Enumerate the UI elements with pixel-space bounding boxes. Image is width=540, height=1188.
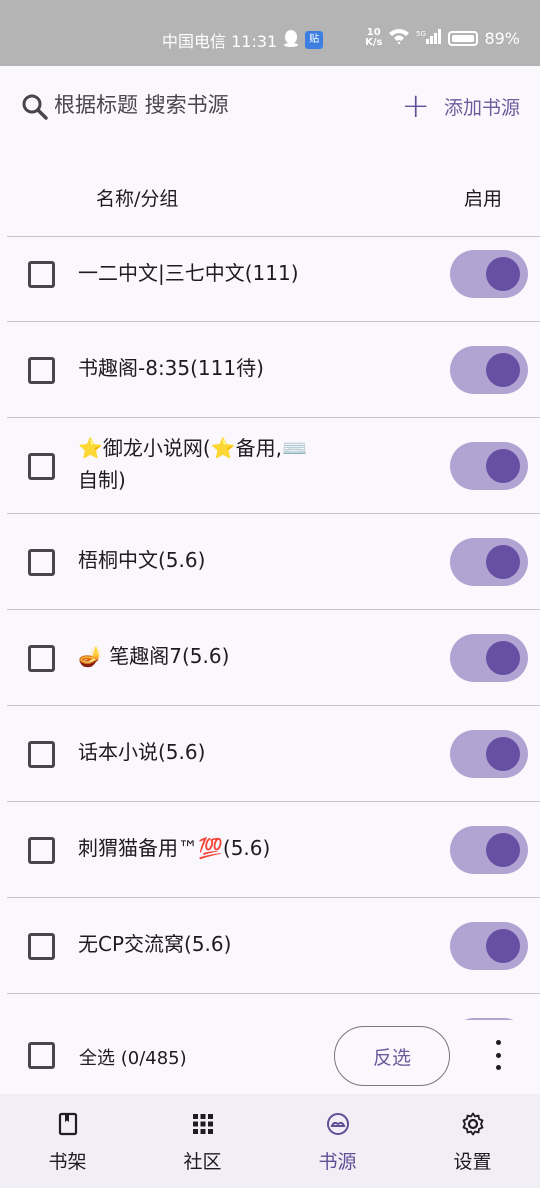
community-grid-icon — [191, 1112, 215, 1136]
source-checkbox[interactable] — [28, 741, 55, 768]
plus-icon: + — [401, 86, 430, 126]
toggle-knob — [486, 449, 520, 483]
net-speed-unit: K/s — [365, 37, 383, 48]
source-name: 无CP交流窝(5.6) — [78, 932, 232, 956]
enable-toggle[interactable] — [450, 538, 528, 586]
source-checkbox[interactable] — [28, 645, 55, 672]
source-checkbox[interactable] — [28, 933, 55, 960]
enable-toggle[interactable] — [450, 250, 528, 298]
status-bar: 中国电信 11:31 贴 10 K/s 5G 89% — [0, 0, 540, 66]
source-row-partial — [7, 993, 540, 1020]
source-name: 话本小说(5.6) — [78, 740, 206, 764]
more-vert-icon[interactable] — [488, 1040, 508, 1070]
source-name: 书趣阁-8:35(111待) — [78, 356, 264, 380]
toggle-knob — [486, 257, 520, 291]
selection-bar: 全选 (0/485) 反选 — [0, 1020, 540, 1094]
toggle-knob — [486, 353, 520, 387]
signal-icon: 5G — [416, 28, 442, 48]
source-name: 🪔 笔趣阁7(5.6) — [78, 644, 230, 668]
column-enabled: 启用 — [463, 188, 502, 210]
source-name: ⭐御龙小说网(⭐备用,⌨️自制) — [78, 436, 307, 492]
nav-label: 社区 — [183, 1151, 222, 1173]
net-speed: 10 K/s — [365, 28, 382, 48]
book-source-icon — [326, 1112, 350, 1136]
nav-label: 书源 — [318, 1151, 357, 1173]
qq-icon — [283, 29, 299, 51]
toggle-knob — [486, 833, 520, 867]
source-checkbox[interactable] — [28, 453, 55, 480]
source-row: 刺猬猫备用™💯(5.6) — [7, 801, 540, 897]
status-right: 10 K/s 5G 89% — [365, 28, 520, 48]
source-name: 一二中文|三七中文(111) — [78, 261, 299, 285]
source-row: 无CP交流窝(5.6) — [7, 897, 540, 993]
enable-toggle[interactable] — [450, 826, 528, 874]
nav-settings[interactable]: 设置 — [405, 1094, 540, 1188]
enable-toggle[interactable] — [450, 346, 528, 394]
carrier-time: 中国电信 11:31 — [162, 32, 278, 51]
source-row: 话本小说(5.6) — [7, 705, 540, 801]
nav-book-source[interactable]: 书源 — [270, 1094, 405, 1188]
enable-toggle[interactable] — [450, 442, 528, 490]
wifi-icon — [388, 28, 410, 48]
source-row: 一二中文|三七中文(111) — [7, 236, 540, 321]
toggle-knob — [486, 641, 520, 675]
nav-label: 书架 — [48, 1151, 87, 1173]
bottom-navigation: 书架 社区 书源 设置 — [0, 1094, 540, 1188]
column-header: 名称/分组 启用 — [0, 170, 540, 222]
enable-toggle[interactable] — [450, 922, 528, 970]
app-badge-icon: 贴 — [305, 31, 324, 49]
signal-label: 5G — [416, 30, 426, 38]
invert-selection-button[interactable]: 反选 — [334, 1026, 450, 1086]
source-checkbox[interactable] — [28, 549, 55, 576]
add-source-label: 添加书源 — [443, 96, 520, 119]
search-icon[interactable] — [21, 93, 49, 121]
bookshelf-icon — [56, 1112, 80, 1136]
source-list: 一二中文|三七中文(111) 书趣阁-8:35(111待) ⭐御龙小说网(⭐备用… — [0, 236, 540, 1020]
select-all-label[interactable]: 全选 (0/485) — [79, 1044, 187, 1070]
battery-percent: 89% — [484, 28, 520, 48]
nav-bookshelf[interactable]: 书架 — [0, 1094, 135, 1188]
source-name: 梧桐中文(5.6) — [78, 548, 206, 572]
column-name-group: 名称/分组 — [96, 188, 179, 210]
nav-community[interactable]: 社区 — [135, 1094, 270, 1188]
toggle-knob — [486, 737, 520, 771]
settings-gear-icon — [461, 1112, 485, 1136]
toggle-knob — [486, 545, 520, 579]
source-checkbox[interactable] — [28, 837, 55, 864]
battery-icon — [448, 30, 479, 46]
search-input[interactable] — [54, 86, 354, 124]
enable-toggle[interactable] — [450, 634, 528, 682]
source-name: 刺猬猫备用™💯(5.6) — [78, 836, 271, 860]
nav-label: 设置 — [453, 1151, 492, 1173]
select-all-checkbox[interactable] — [28, 1042, 55, 1069]
add-source-button[interactable]: + 添加书源 — [401, 88, 520, 124]
source-row: ⭐御龙小说网(⭐备用,⌨️自制) — [7, 417, 540, 513]
source-row: 梧桐中文(5.6) — [7, 513, 540, 609]
search-header: + 添加书源 — [0, 66, 540, 146]
source-row: 🪔 笔趣阁7(5.6) — [7, 609, 540, 705]
source-row: 书趣阁-8:35(111待) — [7, 321, 540, 417]
source-checkbox[interactable] — [28, 357, 55, 384]
enable-toggle[interactable] — [450, 730, 528, 778]
status-left: 中国电信 11:31 贴 — [162, 28, 324, 52]
source-checkbox[interactable] — [28, 261, 55, 288]
toggle-knob — [486, 929, 520, 963]
